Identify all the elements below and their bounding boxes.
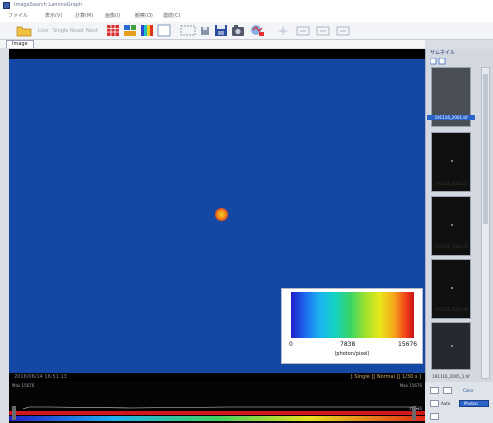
app-icon: [3, 2, 10, 9]
thumbnail-scroll-thumb[interactable]: [483, 74, 488, 224]
menu-bar: ファイル 表示(V) 計算(M) 画像(I) 観察(O) 連続(C): [0, 11, 493, 22]
next-button[interactable]: Next: [86, 22, 98, 40]
thumbnail-5-label[interactable]: 191116_2005_1.tif: [427, 374, 475, 379]
display-controls: Color Auto Photon: [425, 382, 493, 423]
tab-image[interactable]: Image: [6, 40, 34, 48]
colorbar-panel: 0 7838 15676 (photon/pixel): [281, 288, 423, 364]
histogram-high-handle: [412, 406, 416, 420]
image-view: 0 7838 15676 (photon/pixel) 2016/06/14 1…: [9, 49, 425, 382]
layout-icon[interactable]: [123, 24, 137, 37]
signal-spot: [215, 208, 228, 221]
colorbar-gradient: [291, 292, 414, 338]
histogram-low-handle: [12, 406, 16, 420]
thumbnail-4-label[interactable]: 191116_2004.tif: [427, 307, 475, 312]
app-window: ImageSearch LaminoGraph ファイル 表示(V) 計算(M)…: [0, 0, 493, 423]
sparkle-icon[interactable]: [275, 24, 291, 37]
thumbnail-5[interactable]: [431, 322, 471, 370]
auto-label: Auto: [441, 401, 451, 406]
window-title: ImageSearch LaminoGraph: [14, 2, 83, 8]
live-button[interactable]: Live: [38, 22, 48, 40]
thumbnail-2-label[interactable]: 191116_2002.tif: [427, 181, 475, 186]
export-icon-3[interactable]: [335, 24, 351, 37]
analysis-icon[interactable]: [250, 24, 266, 37]
menu-observe[interactable]: 観察(O): [135, 11, 153, 22]
colorbar-unit: (photon/pixel): [334, 351, 370, 357]
save-icon[interactable]: [214, 24, 228, 37]
colorbar-max: 15676: [398, 341, 418, 348]
colorbar-mid: 7838: [340, 341, 356, 348]
thumbnail-panel: サムネイル 191116_2001.tif 191116_2002.tif 19…: [425, 49, 493, 382]
title-bar: ImageSearch LaminoGraph: [0, 0, 493, 11]
thumbnail-title: サムネイル: [430, 50, 455, 56]
photon-label: Photon: [464, 401, 478, 406]
photon-button[interactable]: Photon: [459, 400, 489, 407]
zoom-tool-button[interactable]: [430, 387, 439, 394]
export-icon-1[interactable]: [295, 24, 311, 37]
colorbar-min: 0: [289, 341, 293, 348]
menu-view[interactable]: 表示(V): [45, 11, 62, 22]
timestamp: 2016/06/14 16:51:13: [14, 374, 67, 380]
open-folder-icon[interactable]: [16, 24, 32, 37]
save-small-icon[interactable]: [199, 24, 211, 37]
tab-bar: Image: [0, 40, 425, 48]
auto-checkbox[interactable]: [430, 400, 439, 407]
histogram-panel[interactable]: Max 15676 Max 15676 25616: [9, 382, 425, 423]
color-label: Color: [463, 388, 474, 393]
thumbnail-tools[interactable]: [430, 58, 450, 65]
menu-image[interactable]: 画像(I): [105, 11, 120, 22]
menu-calc[interactable]: 計算(M): [75, 11, 93, 22]
reset-button[interactable]: Reset: [70, 22, 84, 40]
export-icon-2[interactable]: [315, 24, 331, 37]
histogram-plot: [9, 406, 425, 421]
single-button[interactable]: Single: [53, 22, 68, 40]
blank-page-icon[interactable]: [157, 24, 171, 37]
info-button[interactable]: [430, 413, 439, 420]
camera-icon[interactable]: [231, 24, 247, 37]
grid-icon[interactable]: [106, 24, 120, 37]
toolbar: Live Single Reset Next: [0, 22, 493, 40]
thumbnail-scrollbar[interactable]: [481, 67, 490, 379]
menu-file[interactable]: ファイル: [8, 11, 28, 22]
acquisition-status: [ Single ][ Normal ][ 1/30 s ]: [350, 374, 421, 380]
menu-continuous[interactable]: 連続(C): [163, 11, 180, 22]
thumbnail-3-label[interactable]: 191116_2003.tif: [427, 244, 475, 249]
colormap-icon[interactable]: [140, 24, 154, 37]
line-tool-button[interactable]: [443, 387, 452, 394]
luminescence-image[interactable]: 0 7838 15676 (photon/pixel): [9, 59, 425, 373]
thumbnail-1-label[interactable]: 191116_2001.tif: [427, 115, 475, 120]
roi-icon[interactable]: [180, 24, 196, 37]
